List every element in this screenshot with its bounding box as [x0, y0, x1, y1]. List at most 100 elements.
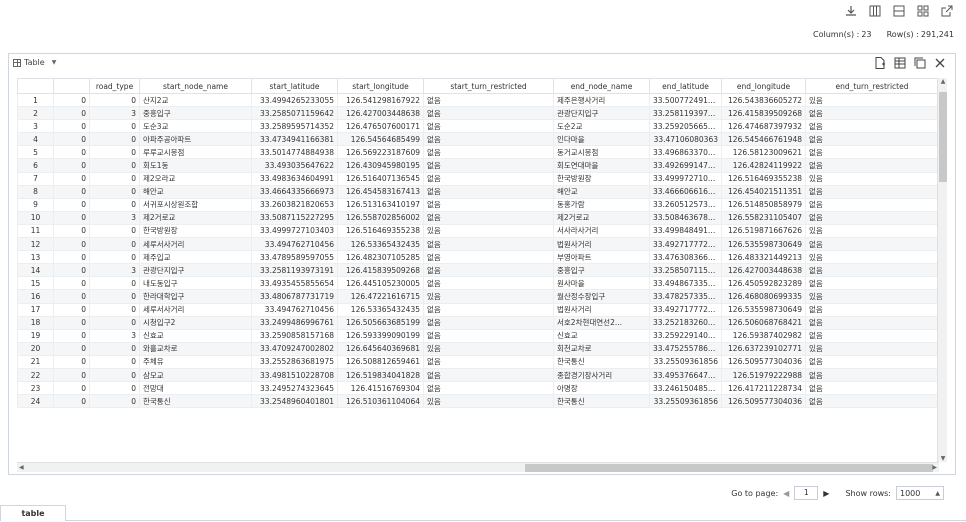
table-cell[interactable]: 없음 — [423, 210, 554, 225]
table-cell[interactable]: 126.519871667626 — [721, 223, 806, 239]
table-cell[interactable]: 33.46660661656... — [649, 184, 722, 199]
row-index[interactable]: 3 — [17, 119, 54, 134]
table-cell[interactable]: 한라대학입구 — [139, 289, 252, 304]
table-cell[interactable]: 제2오라교 — [139, 171, 252, 186]
table-cell[interactable]: 없음 — [805, 263, 939, 278]
table-cell[interactable]: 0 — [89, 132, 140, 147]
table-cell[interactable]: 있음 — [805, 223, 939, 239]
table-cell[interactable]: 0 — [89, 315, 140, 330]
table-cell[interactable]: 126.41516769304 — [337, 381, 424, 396]
table-cell[interactable]: 산지2교 — [139, 92, 252, 108]
show-rows-select[interactable]: 1000 ▲ — [896, 486, 944, 500]
table-cell[interactable]: 있음 — [423, 223, 554, 239]
table-row[interactable]: 15 0 0 내도동입구 33.4935455855654 126.44510523000… — [17, 276, 939, 291]
table-cell[interactable]: 0 — [89, 223, 140, 239]
table-cell[interactable]: 126.468080699335 — [721, 289, 806, 304]
table-cell[interactable]: 0 — [53, 315, 90, 330]
table-cell[interactable]: 0 — [89, 381, 140, 396]
table-cell[interactable]: 없음 — [423, 145, 554, 160]
table-cell[interactable]: 33.49271777269... — [649, 302, 722, 317]
table-cell[interactable]: 0 — [89, 197, 140, 212]
table-cell[interactable]: 126.450592823289 — [721, 276, 806, 291]
table-row[interactable]: 19 0 3 신효교 33.2590858157168 126.593399090199 없… — [17, 328, 939, 343]
table-cell[interactable]: 33.4983634604991 — [251, 171, 338, 186]
table-cell[interactable]: 없음 — [423, 367, 554, 383]
row-index[interactable]: 23 — [17, 381, 54, 396]
table-settings-icon[interactable] — [893, 56, 907, 70]
table-cell[interactable]: 126.415839509268 — [721, 106, 806, 121]
table-cell[interactable]: 한국통신 — [553, 394, 650, 409]
table-cell[interactable]: 33.49271777269... — [649, 237, 722, 252]
table-cell[interactable]: 없음 — [423, 276, 554, 291]
vertical-scrollbar[interactable]: ▲ ▼ — [937, 78, 947, 462]
rows-view-icon[interactable] — [892, 4, 906, 18]
table-cell[interactable]: 없음 — [805, 158, 939, 173]
table-cell[interactable]: 없음 — [423, 302, 554, 317]
table-cell[interactable]: 126.58123009621 — [721, 145, 806, 160]
table-cell[interactable]: 126.476507600171 — [337, 119, 424, 134]
table-cell[interactable]: 없음 — [805, 132, 939, 147]
table-cell[interactable]: 0 — [53, 132, 90, 147]
column-header[interactable]: start_node_name — [139, 78, 252, 94]
table-cell[interactable]: 세루서사거리 — [139, 302, 252, 317]
table-cell[interactable]: 3 — [89, 263, 140, 278]
table-cell[interactable]: 한국통신 — [139, 394, 252, 409]
table-row[interactable]: 1 0 0 산지2교 33.4994265233055 126.541298167922 없… — [17, 92, 939, 108]
table-cell[interactable]: 33.47630836642... — [649, 250, 722, 265]
table-cell[interactable]: 회도1동 — [139, 158, 252, 173]
table-cell[interactable]: 33.24615048584... — [649, 381, 722, 396]
table-cell[interactable]: 한국통신 — [553, 354, 650, 369]
table-cell[interactable]: 126.47221616715 — [337, 289, 424, 304]
table-cell[interactable]: 0 — [53, 92, 90, 108]
table-cell[interactable]: 33.4806787731719 — [251, 289, 338, 304]
table-cell[interactable]: 관광단지입구 — [553, 106, 650, 121]
row-index[interactable]: 4 — [17, 132, 54, 147]
table-cell[interactable]: 없음 — [423, 328, 554, 343]
table-cell[interactable]: 126.509577304036 — [721, 354, 806, 369]
table-cell[interactable]: 126.516469355238 — [337, 223, 424, 239]
table-cell[interactable]: 126.569223187609 — [337, 145, 424, 160]
table-cell[interactable]: 126.510361104064 — [337, 394, 424, 409]
table-cell[interactable]: 없음 — [805, 315, 939, 330]
table-cell[interactable]: 33.49486733576... — [649, 276, 722, 291]
table-cell[interactable]: 월산정수장입구 — [553, 289, 650, 304]
table-cell[interactable]: 33.4789589597055 — [251, 250, 338, 265]
table-row[interactable]: 2 0 3 중흥입구 33.2585071159642 126.427003448638 없… — [17, 106, 939, 121]
table-cell[interactable]: 0 — [89, 354, 140, 369]
table-cell[interactable]: 없음 — [805, 381, 939, 396]
table-cell[interactable]: 회도연대마을 — [553, 158, 650, 173]
open-external-icon[interactable] — [940, 4, 954, 18]
table-cell[interactable]: 126.509577304036 — [721, 394, 806, 409]
table-cell[interactable]: 없음 — [423, 184, 554, 199]
table-cell[interactable]: 33.2603821820653 — [251, 197, 338, 212]
table-cell[interactable]: 126.415839509268 — [337, 263, 424, 278]
table-cell[interactable]: 없음 — [423, 119, 554, 134]
table-cell[interactable]: 인다마을 — [553, 132, 650, 147]
table-cell[interactable]: 있음 — [805, 171, 939, 186]
column-header[interactable]: end_turn_restricted — [805, 78, 939, 94]
table-cell[interactable]: 126.59387402982 — [721, 328, 806, 343]
table-cell[interactable]: 0 — [89, 276, 140, 291]
table-row[interactable]: 22 0 0 삼모교 33.4981510228708 126.519834041828 없… — [17, 367, 939, 383]
table-cell[interactable]: 0 — [53, 367, 90, 383]
table-cell[interactable]: 0 — [53, 302, 90, 317]
table-cell[interactable]: 없음 — [423, 263, 554, 278]
next-page-icon[interactable]: ▶ — [823, 489, 829, 498]
row-index[interactable]: 13 — [17, 250, 54, 265]
table-cell[interactable]: 126.513163410197 — [337, 197, 424, 212]
table-cell[interactable]: 0 — [89, 184, 140, 199]
table-cell[interactable]: 전망대 — [139, 381, 252, 396]
table-cell[interactable]: 서사라사거리 — [553, 223, 650, 239]
table-cell[interactable]: 0 — [53, 210, 90, 225]
row-index[interactable]: 14 — [17, 263, 54, 278]
table-cell[interactable]: 0 — [53, 394, 90, 409]
download-icon[interactable] — [844, 4, 858, 18]
table-row[interactable]: 18 0 0 시청입구2 33.2499486996761 126.50566368519… — [17, 315, 939, 330]
columns-view-icon[interactable] — [868, 4, 882, 18]
table-cell[interactable]: 회천교차로 — [553, 341, 650, 356]
table-cell[interactable]: 33.25920566565... — [649, 119, 722, 134]
table-cell[interactable]: 126.558231105407 — [721, 210, 806, 225]
table-cell[interactable]: 도순3교 — [139, 119, 252, 134]
table-cell[interactable]: 33.493035647622 — [251, 158, 338, 173]
table-cell[interactable]: 있음 — [423, 394, 554, 409]
